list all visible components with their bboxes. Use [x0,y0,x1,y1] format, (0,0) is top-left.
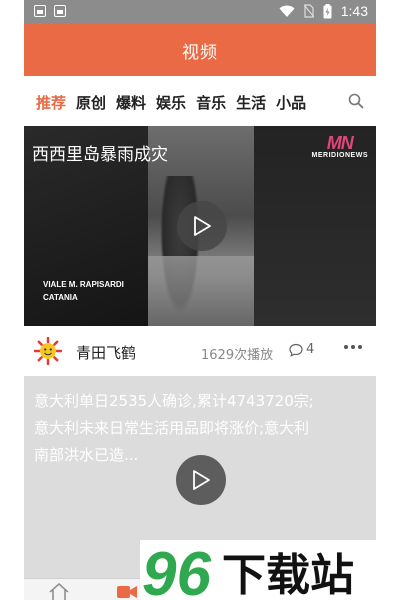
svg-text:下载站: 下载站 [222,550,354,600]
tab-recommended[interactable]: 推荐 [36,92,66,113]
page-title: 视频 [182,42,218,63]
video-location-caption: VIALE M. RAPISARDI CATANIA [43,280,124,302]
image-notification-icon [54,5,66,17]
video-card-1[interactable]: 西西里岛暴雨成灾 MN MERIDIONEWS VIALE M. RAPISAR… [24,126,376,326]
category-tab-bar: 推荐 原创 爆料 娱乐 音乐 生活 小品 [24,76,376,126]
video-title: 西西里岛暴雨成灾 [32,145,168,165]
home-icon[interactable] [48,582,70,600]
tab-music[interactable]: 音乐 [196,92,226,113]
play-count: 1629次播放 [201,348,274,363]
tab-fade [318,76,342,126]
avatar[interactable] [34,337,62,365]
watermark-logo: 96 下载站 [140,540,376,600]
comment-button[interactable]: 4 [289,342,314,357]
wifi-icon [279,5,295,17]
play-icon [193,470,210,490]
author-row: 青田飞鹤 1629次播放 4 [24,326,376,376]
svg-text:96: 96 [142,540,211,600]
video-icon[interactable] [116,584,138,600]
status-time: 1:43 [340,3,368,19]
search-icon[interactable] [348,93,364,109]
tab-original[interactable]: 原创 [76,92,106,113]
play-button[interactable] [176,455,226,505]
tab-sketch[interactable]: 小品 [276,92,306,113]
comment-count: 4 [306,342,315,357]
tab-entertainment[interactable]: 娱乐 [156,92,186,113]
gallery-notification-icon [34,5,46,17]
author-name[interactable]: 青田飞鹤 [76,342,136,363]
battery-icon [323,3,332,18]
app-screen: 1:43 视频 推荐 原创 爆料 娱乐 音乐 生活 小品 西西里岛暴雨成灾 MN… [24,0,376,600]
no-sim-icon [303,4,314,18]
play-icon [194,216,211,236]
comment-icon [289,343,303,357]
status-bar: 1:43 [24,0,376,24]
meridionews-logo: MN MERIDIONEWS [311,133,368,159]
more-icon[interactable] [344,345,362,349]
tab-breaking[interactable]: 爆料 [116,92,146,113]
play-button[interactable] [177,201,227,251]
tab-life[interactable]: 生活 [236,92,266,113]
header-bar: 视频 [24,24,376,76]
